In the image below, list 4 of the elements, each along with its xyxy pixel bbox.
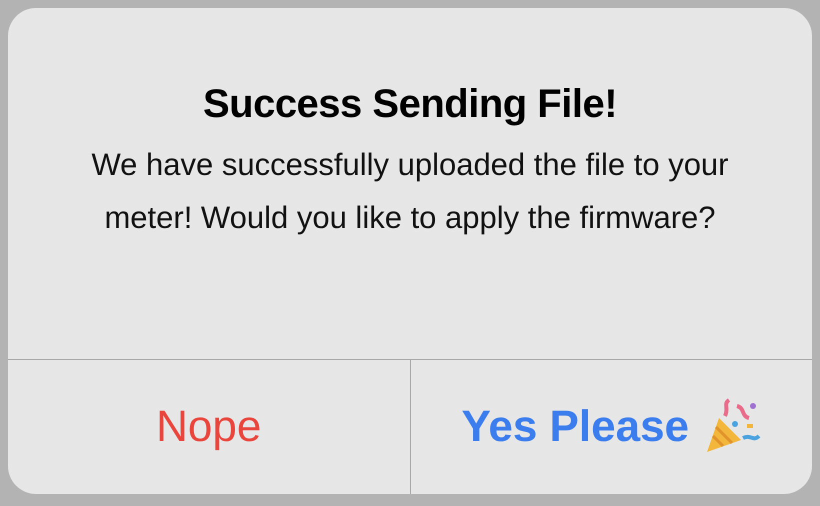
dialog-message: We have successfully uploaded the file to your meter! Would you like to apply the firmware?: [90, 146, 730, 237]
nope-button[interactable]: Nope: [148, 394, 270, 460]
dialog-title: Success Sending File!: [202, 81, 618, 128]
confirm-button[interactable]: Yes Please: [453, 394, 770, 460]
